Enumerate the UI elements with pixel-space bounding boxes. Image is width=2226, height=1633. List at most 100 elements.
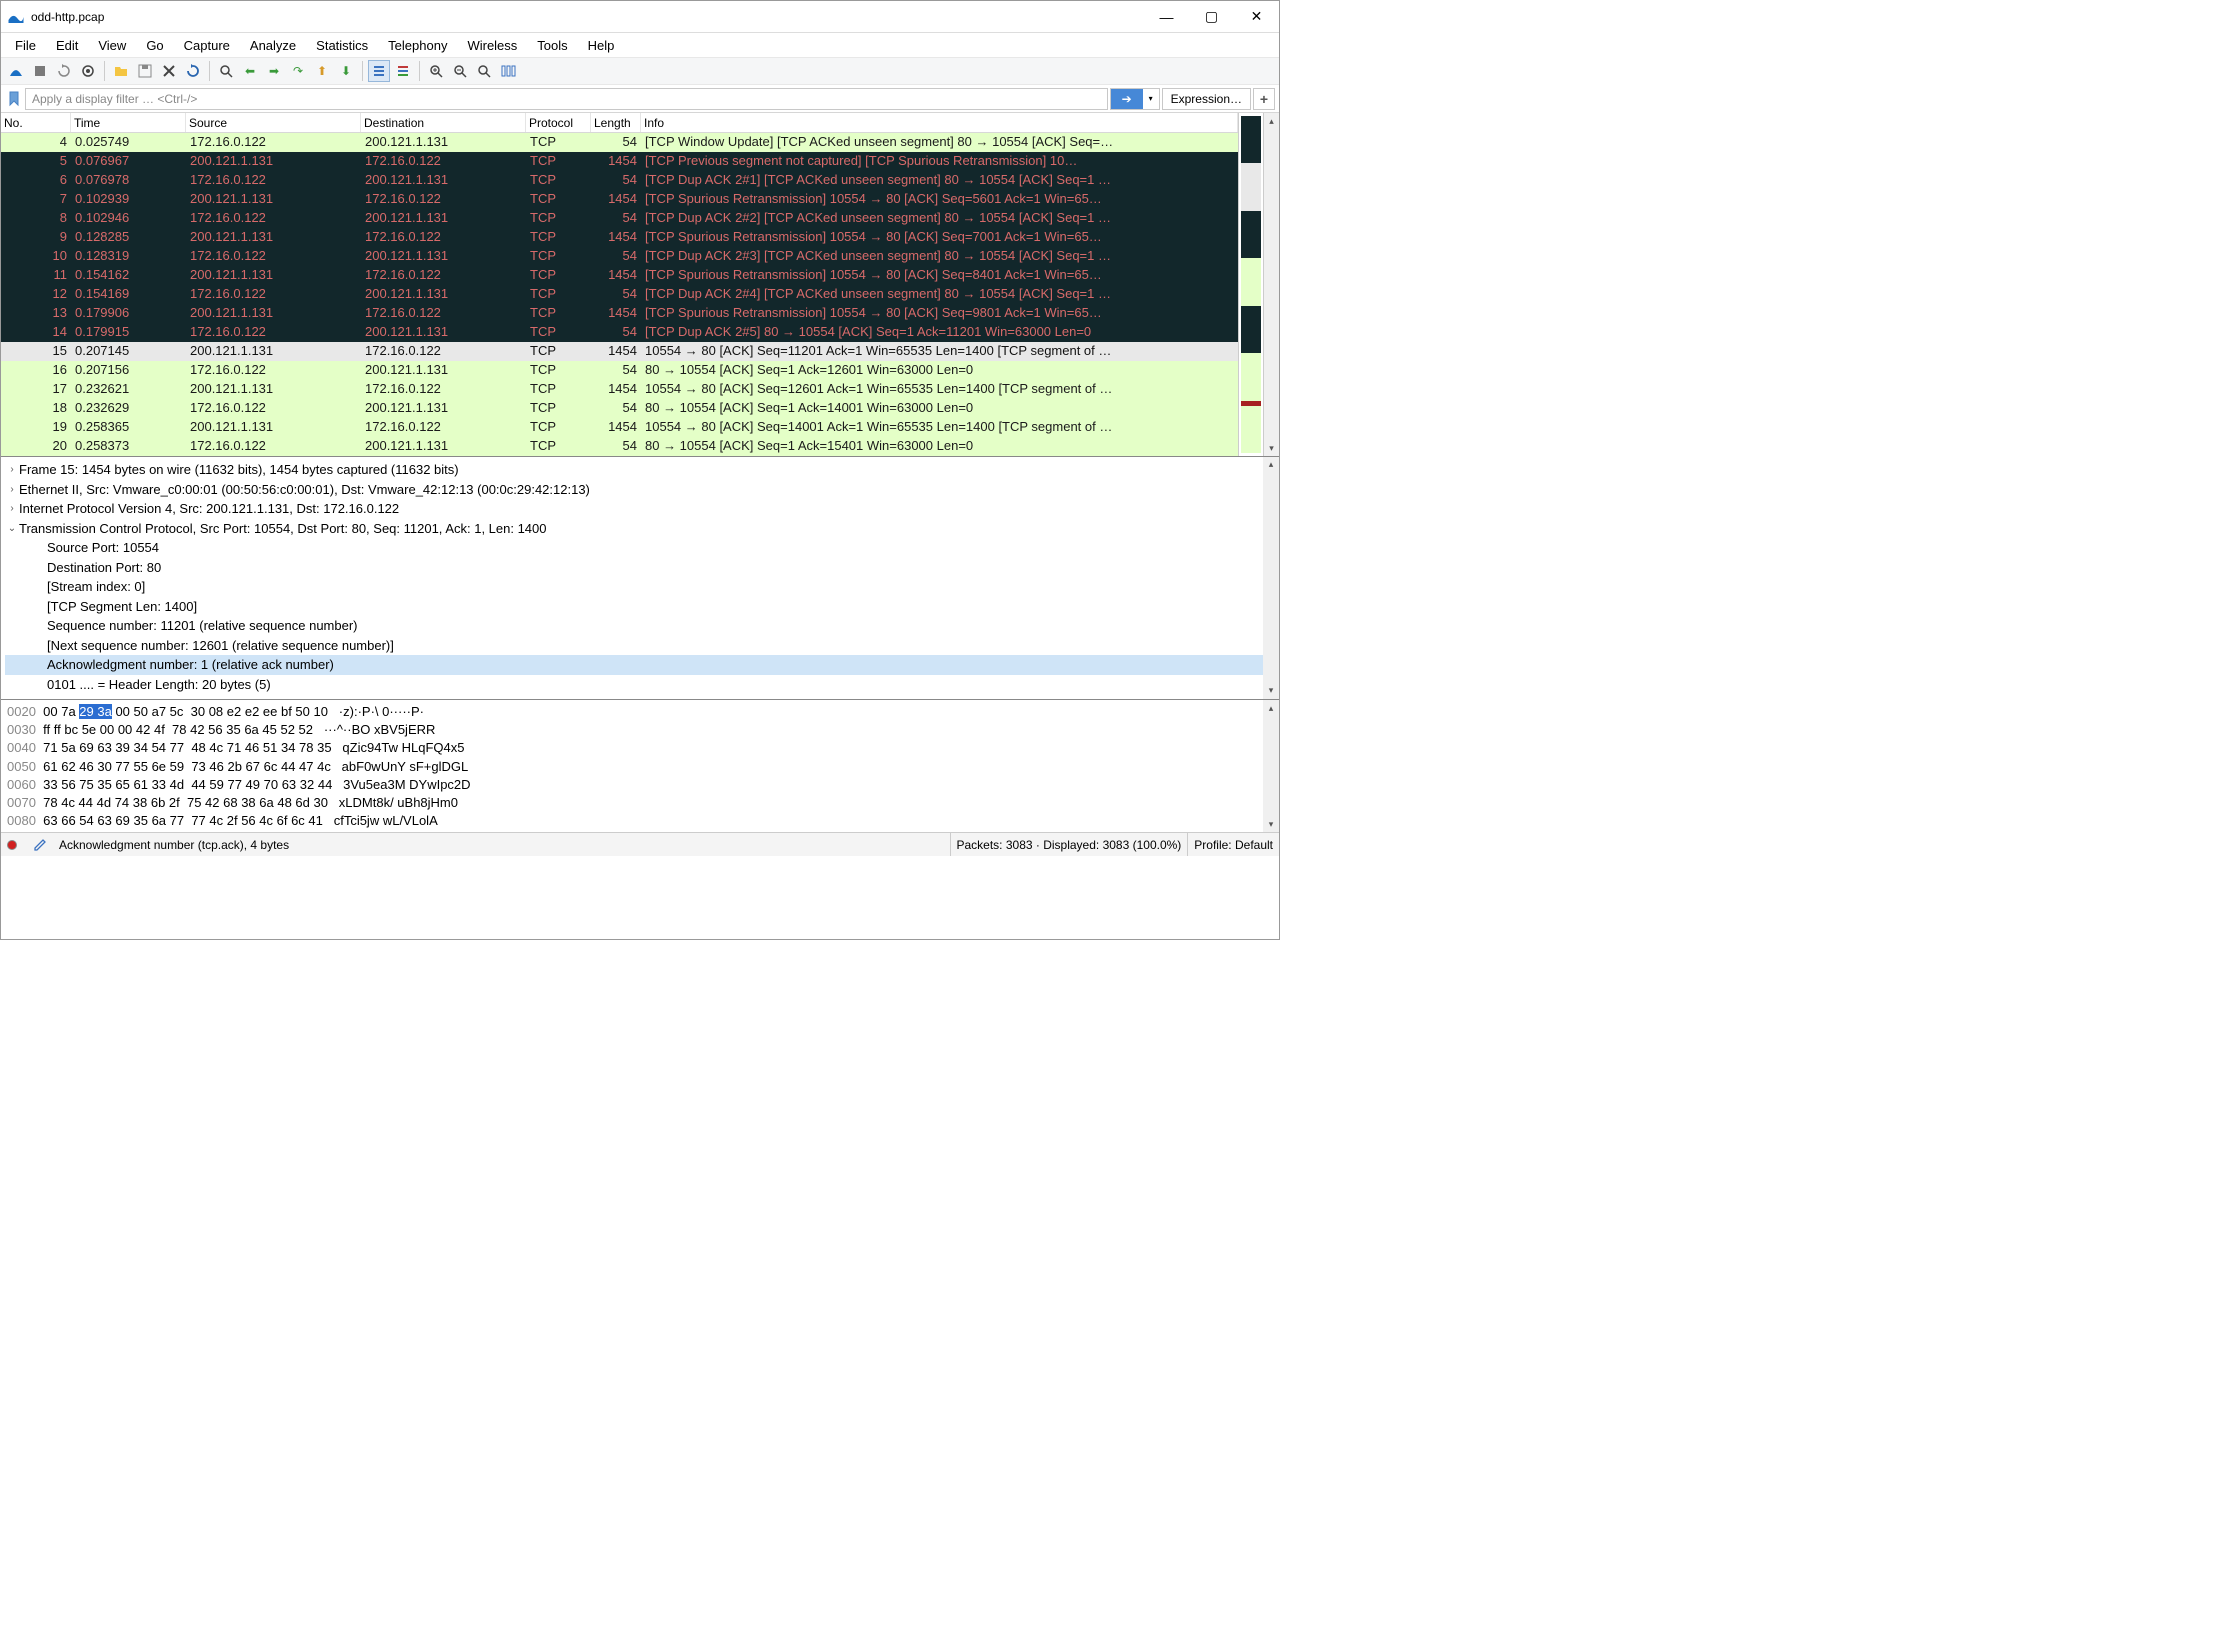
- expression-button[interactable]: Expression…: [1162, 88, 1251, 110]
- add-filter-button[interactable]: +: [1253, 88, 1275, 110]
- tree-toggle-icon[interactable]: ›: [5, 462, 19, 477]
- scroll-down-button[interactable]: ▾: [1263, 683, 1279, 699]
- column-header-no[interactable]: No.: [1, 113, 71, 132]
- scroll-up-button[interactable]: ▴: [1263, 457, 1279, 473]
- resize-columns-button[interactable]: [497, 60, 519, 82]
- zoom-out-button[interactable]: [449, 60, 471, 82]
- tree-item[interactable]: [Stream index: 0]: [5, 577, 1275, 597]
- hex-line[interactable]: 0040 71 5a 69 63 39 34 54 77 48 4c 71 46…: [7, 739, 1273, 757]
- hex-line[interactable]: 0060 33 56 75 35 65 61 33 4d 44 59 77 49…: [7, 776, 1273, 794]
- table-row[interactable]: 200.258373172.16.0.122200.121.1.131TCP54…: [1, 437, 1238, 456]
- tree-toggle-icon[interactable]: ›: [5, 501, 19, 516]
- table-row[interactable]: 160.207156172.16.0.122200.121.1.131TCP54…: [1, 361, 1238, 380]
- go-first-button[interactable]: ⬆: [311, 60, 333, 82]
- stop-capture-button[interactable]: [29, 60, 51, 82]
- hex-line[interactable]: 0090 57 4c 6c 35 63 43 79 4e 6d 63 36 52…: [7, 830, 1273, 832]
- tree-item[interactable]: Source Port: 10554: [5, 538, 1275, 558]
- display-filter-input[interactable]: [25, 88, 1108, 110]
- start-capture-button[interactable]: [5, 60, 27, 82]
- tree-toggle-icon[interactable]: ⌄: [5, 521, 19, 536]
- menu-wireless[interactable]: Wireless: [457, 35, 527, 56]
- restart-capture-button[interactable]: [53, 60, 75, 82]
- tree-item[interactable]: Acknowledgment number: 1 (relative ack n…: [5, 655, 1275, 675]
- filter-history-button[interactable]: ▾: [1143, 89, 1159, 109]
- capture-options-button[interactable]: [77, 60, 99, 82]
- tree-item[interactable]: ⌄Transmission Control Protocol, Src Port…: [5, 519, 1275, 539]
- zoom-reset-button[interactable]: [473, 60, 495, 82]
- bookmark-button[interactable]: [5, 88, 23, 110]
- table-row[interactable]: 100.128319172.16.0.122200.121.1.131TCP54…: [1, 247, 1238, 266]
- column-header-source[interactable]: Source: [186, 113, 361, 132]
- hex-line[interactable]: 0020 00 7a 29 3a 00 50 a7 5c 30 08 e2 e2…: [7, 703, 1273, 721]
- table-row[interactable]: 130.179906200.121.1.131172.16.0.122TCP14…: [1, 304, 1238, 323]
- menu-view[interactable]: View: [88, 35, 136, 56]
- tree-item[interactable]: ›Internet Protocol Version 4, Src: 200.1…: [5, 499, 1275, 519]
- menu-go[interactable]: Go: [136, 35, 173, 56]
- table-row[interactable]: 170.232621200.121.1.131172.16.0.122TCP14…: [1, 380, 1238, 399]
- hex-line[interactable]: 0080 63 66 54 63 69 35 6a 77 77 4c 2f 56…: [7, 812, 1273, 830]
- table-row[interactable]: 140.179915172.16.0.122200.121.1.131TCP54…: [1, 323, 1238, 342]
- menu-tools[interactable]: Tools: [527, 35, 577, 56]
- table-row[interactable]: 110.154162200.121.1.131172.16.0.122TCP14…: [1, 266, 1238, 285]
- open-file-button[interactable]: [110, 60, 132, 82]
- scroll-down-button[interactable]: ▾: [1264, 440, 1279, 456]
- table-row[interactable]: 50.076967200.121.1.131172.16.0.122TCP145…: [1, 152, 1238, 171]
- scroll-up-button[interactable]: ▴: [1263, 700, 1279, 716]
- tree-item[interactable]: Destination Port: 80: [5, 558, 1275, 578]
- column-header-protocol[interactable]: Protocol: [526, 113, 591, 132]
- column-header-destination[interactable]: Destination: [361, 113, 526, 132]
- table-row[interactable]: 40.025749172.16.0.122200.121.1.131TCP54[…: [1, 133, 1238, 152]
- expert-info-icon[interactable]: [7, 840, 17, 850]
- apply-filter-button[interactable]: ➔: [1111, 89, 1143, 109]
- table-row[interactable]: 90.128285200.121.1.131172.16.0.122TCP145…: [1, 228, 1238, 247]
- maximize-button[interactable]: ▢: [1189, 2, 1234, 32]
- packet-minimap[interactable]: [1238, 113, 1263, 456]
- go-forward-button[interactable]: ➡: [263, 60, 285, 82]
- menu-analyze[interactable]: Analyze: [240, 35, 306, 56]
- menu-telephony[interactable]: Telephony: [378, 35, 457, 56]
- minimize-button[interactable]: —: [1144, 2, 1189, 32]
- menu-file[interactable]: File: [5, 35, 46, 56]
- column-header-info[interactable]: Info: [641, 113, 1238, 132]
- go-to-packet-button[interactable]: ↷: [287, 60, 309, 82]
- tree-item[interactable]: [TCP Segment Len: 1400]: [5, 597, 1275, 617]
- packet-list-scrollbar[interactable]: ▴ ▾: [1263, 113, 1279, 456]
- table-row[interactable]: 60.076978172.16.0.122200.121.1.131TCP54[…: [1, 171, 1238, 190]
- menu-edit[interactable]: Edit: [46, 35, 88, 56]
- details-scrollbar[interactable]: ▴ ▾: [1263, 457, 1279, 699]
- tree-item[interactable]: [Next sequence number: 12601 (relative s…: [5, 636, 1275, 656]
- menu-capture[interactable]: Capture: [174, 35, 240, 56]
- column-header-time[interactable]: Time: [71, 113, 186, 132]
- table-row[interactable]: 70.102939200.121.1.131172.16.0.122TCP145…: [1, 190, 1238, 209]
- tree-item[interactable]: ›Ethernet II, Src: Vmware_c0:00:01 (00:5…: [5, 480, 1275, 500]
- bytes-scrollbar[interactable]: ▴ ▾: [1263, 700, 1279, 832]
- tree-toggle-icon[interactable]: ›: [5, 482, 19, 497]
- hex-line[interactable]: 0050 61 62 46 30 77 55 6e 59 73 46 2b 67…: [7, 758, 1273, 776]
- scroll-up-button[interactable]: ▴: [1264, 113, 1279, 129]
- close-button[interactable]: ✕: [1234, 2, 1279, 32]
- go-back-button[interactable]: ⬅: [239, 60, 261, 82]
- menu-help[interactable]: Help: [578, 35, 625, 56]
- reload-button[interactable]: [182, 60, 204, 82]
- tree-item[interactable]: Sequence number: 11201 (relative sequenc…: [5, 616, 1275, 636]
- hex-line[interactable]: 0070 78 4c 44 4d 74 38 6b 2f 75 42 68 38…: [7, 794, 1273, 812]
- column-header-length[interactable]: Length: [591, 113, 641, 132]
- go-last-button[interactable]: ⬇: [335, 60, 357, 82]
- tree-item[interactable]: ›Frame 15: 1454 bytes on wire (11632 bit…: [5, 460, 1275, 480]
- hex-line[interactable]: 0030 ff ff bc 5e 00 00 42 4f 78 42 56 35…: [7, 721, 1273, 739]
- table-row[interactable]: 80.102946172.16.0.122200.121.1.131TCP54[…: [1, 209, 1238, 228]
- close-file-button[interactable]: [158, 60, 180, 82]
- status-profile[interactable]: Profile: Default: [1188, 833, 1279, 856]
- auto-scroll-button[interactable]: [368, 60, 390, 82]
- table-row[interactable]: 190.258365200.121.1.131172.16.0.122TCP14…: [1, 418, 1238, 437]
- tree-item[interactable]: 0101 .... = Header Length: 20 bytes (5): [5, 675, 1275, 695]
- table-row[interactable]: 150.207145200.121.1.131172.16.0.122TCP14…: [1, 342, 1238, 361]
- save-file-button[interactable]: [134, 60, 156, 82]
- table-row[interactable]: 120.154169172.16.0.122200.121.1.131TCP54…: [1, 285, 1238, 304]
- find-button[interactable]: [215, 60, 237, 82]
- edit-preferences-icon[interactable]: [27, 833, 53, 856]
- scroll-down-button[interactable]: ▾: [1263, 816, 1279, 832]
- colorize-button[interactable]: [392, 60, 414, 82]
- menu-statistics[interactable]: Statistics: [306, 35, 378, 56]
- table-row[interactable]: 180.232629172.16.0.122200.121.1.131TCP54…: [1, 399, 1238, 418]
